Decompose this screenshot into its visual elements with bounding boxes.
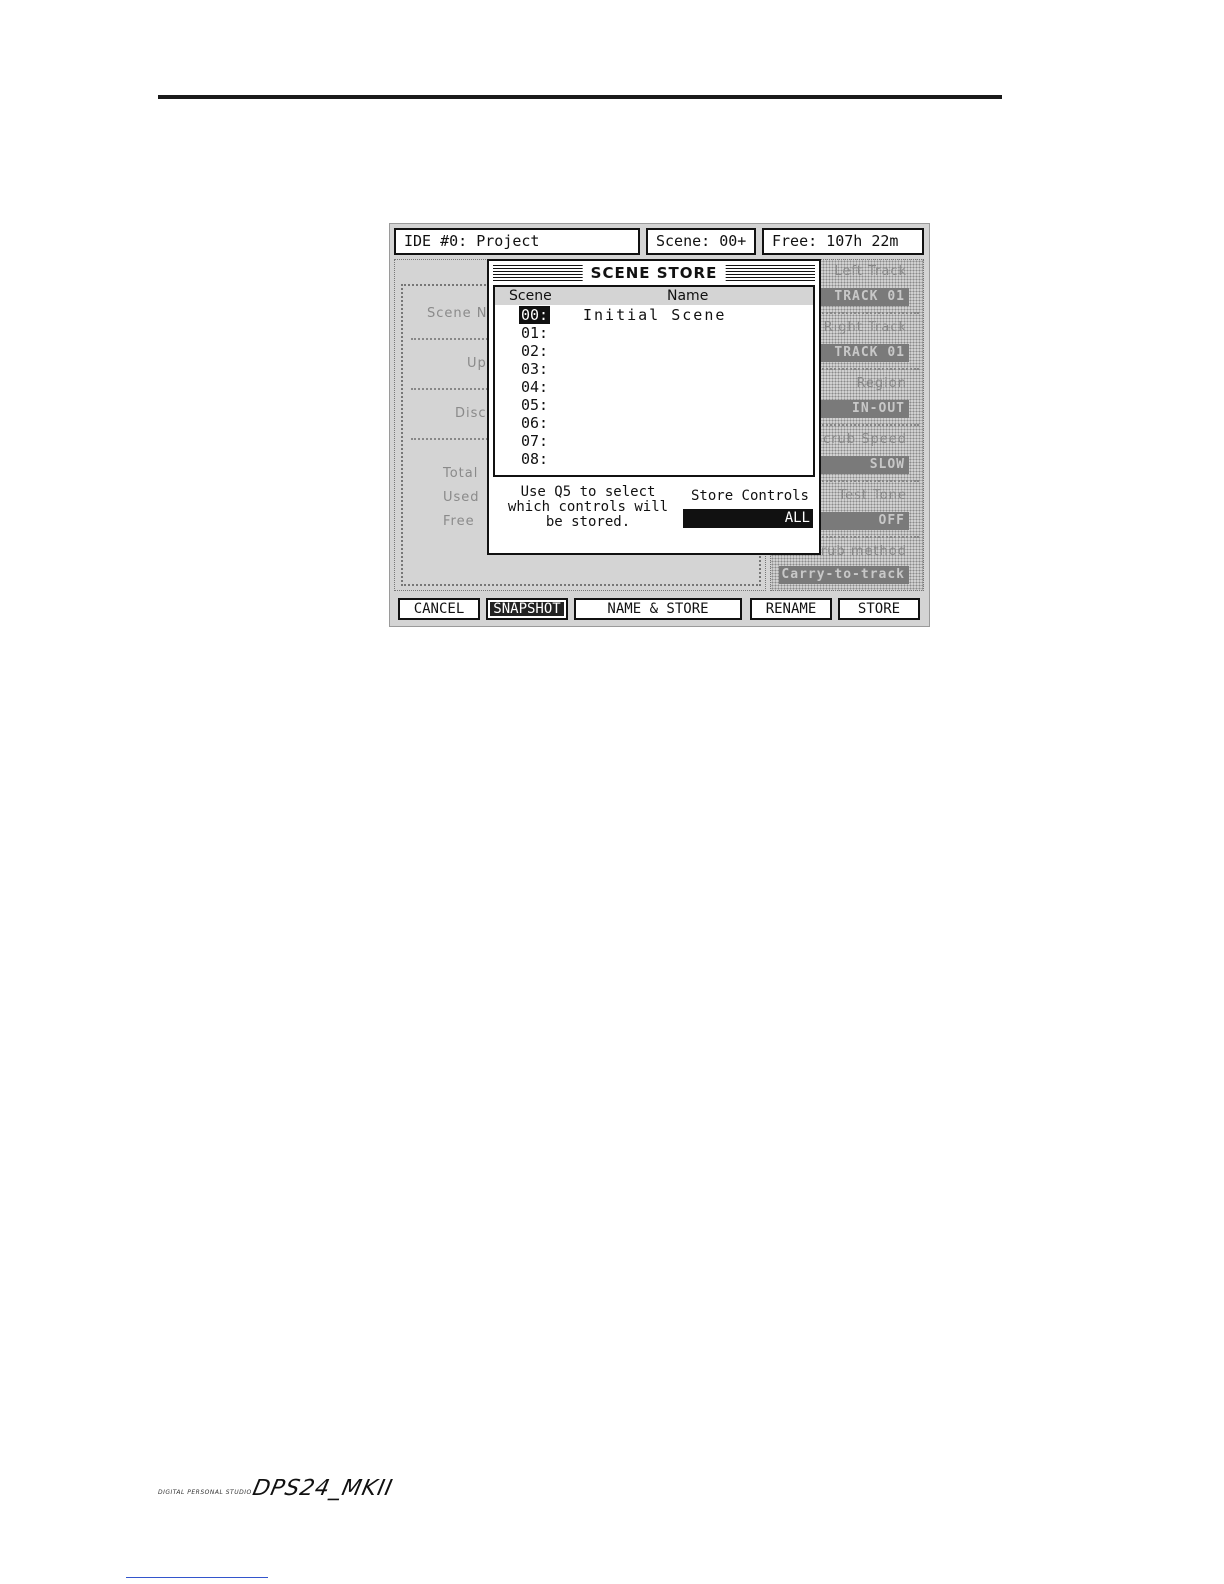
store-button[interactable]: STORE <box>838 598 920 620</box>
help-line: be stored. <box>545 514 631 530</box>
scene-list[interactable]: Scene Name 00: Initial Scene 01: 02: 03:… <box>493 285 815 477</box>
scene-row-01[interactable]: 01: <box>495 324 813 342</box>
product-logo: DPS24_MKII <box>250 1476 396 1501</box>
dialog-options: Use Q5 to select which controls will be … <box>493 479 815 547</box>
bg-label-free: Free <box>443 514 475 529</box>
bg-left-track-label: Left Track <box>834 264 907 279</box>
store-controls-label: Store Controls <box>690 488 809 504</box>
scene-row-08[interactable]: 08: <box>495 450 813 468</box>
scene-row-05[interactable]: 05: <box>495 396 813 414</box>
scene-name: Initial Scene <box>583 306 727 324</box>
bg-divider <box>411 338 491 340</box>
softkey-bar: CANCEL SNAPSHOT NAME & STORE RENAME STOR… <box>390 598 929 620</box>
bg-divider <box>411 388 491 390</box>
scene-number: 03: <box>521 360 549 378</box>
scene-number: 05: <box>521 396 549 414</box>
top-rule <box>158 95 1002 99</box>
device-screen: IDE #0: Project Scene: 00+ Free: 107h 22… <box>389 223 930 627</box>
bg-left-track-value: TRACK 01 <box>815 288 909 306</box>
bg-test-tone-value: OFF <box>815 512 909 530</box>
help-line: Use Q5 to select <box>520 484 656 500</box>
free-space-header: Free: 107h 22m <box>762 228 924 255</box>
store-controls-select[interactable]: ALL <box>683 509 813 528</box>
name-and-store-button[interactable]: NAME & STORE <box>574 598 742 620</box>
scene-number: 02: <box>521 342 549 360</box>
help-text: Use Q5 to select which controls will be … <box>497 485 679 530</box>
project-header: IDE #0: Project <box>394 228 640 255</box>
scene-number: 00: <box>519 306 551 324</box>
bg-scrub-speed-value: SLOW <box>815 456 909 474</box>
scene-row-00[interactable]: 00: Initial Scene <box>495 306 813 324</box>
bg-scrub-method-value: Carry-to-track <box>779 566 909 584</box>
bg-label-used: Used <box>443 490 480 505</box>
scene-row-07[interactable]: 07: <box>495 432 813 450</box>
bg-label-scene: Scene N <box>427 306 488 321</box>
scene-row-06[interactable]: 06: <box>495 414 813 432</box>
bg-label-disc: Disc <box>455 406 487 421</box>
bg-label-total: Total <box>443 466 479 481</box>
snapshot-button[interactable]: SNAPSHOT <box>486 598 568 620</box>
bg-right-track-label: Right Track <box>823 320 907 335</box>
scene-row-03[interactable]: 03: <box>495 360 813 378</box>
bg-region-value: IN-OUT <box>815 400 909 418</box>
scene-header: Scene: 00+ <box>646 228 756 255</box>
bg-divider <box>411 438 491 440</box>
footer-link-underline <box>126 1577 268 1578</box>
help-line: which controls will <box>507 499 669 515</box>
scene-number: 08: <box>521 450 549 468</box>
bg-region-label: Region <box>856 376 907 391</box>
scene-row-02[interactable]: 02: <box>495 342 813 360</box>
scene-number: 01: <box>521 324 549 342</box>
scene-store-dialog: SCENE STORE Scene Name 00: Initial Scene… <box>487 259 821 555</box>
footer-subtitle: DIGITAL PERSONAL STUDIO <box>158 1489 252 1496</box>
cancel-button[interactable]: CANCEL <box>398 598 480 620</box>
column-header-scene: Scene <box>509 288 552 304</box>
scene-number: 07: <box>521 432 549 450</box>
bg-test-tone-label: Test Tone <box>838 488 907 503</box>
column-header-name: Name <box>667 288 709 304</box>
dialog-title-bar: SCENE STORE <box>493 265 815 281</box>
bg-label-up: Up <box>467 356 487 371</box>
bg-scrub-speed-label: Scrub Speed <box>813 432 907 447</box>
scene-list-header: Scene Name <box>495 287 813 305</box>
scene-row-04[interactable]: 04: <box>495 378 813 396</box>
bg-right-track-value: TRACK 01 <box>815 344 909 362</box>
dialog-title: SCENE STORE <box>582 265 726 281</box>
rename-button[interactable]: RENAME <box>750 598 832 620</box>
scene-number: 06: <box>521 414 549 432</box>
scene-number: 04: <box>521 378 549 396</box>
